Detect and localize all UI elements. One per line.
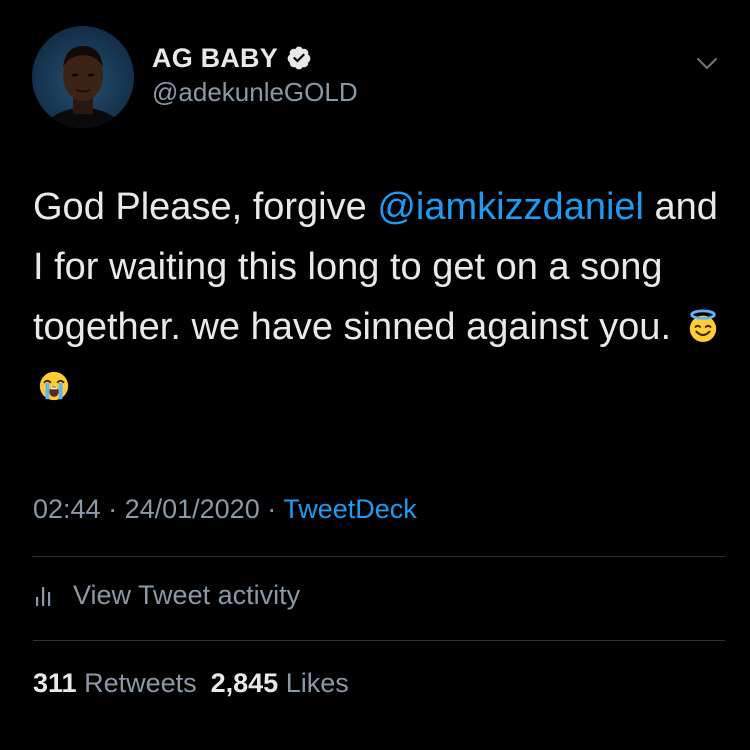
chevron-down-icon[interactable] <box>694 50 720 76</box>
meta-separator: · <box>259 494 284 524</box>
tweet-source-link[interactable]: TweetDeck <box>283 494 417 524</box>
smiling-face-with-halo-icon <box>686 309 720 343</box>
retweets-label: Retweets <box>76 668 197 698</box>
user-handle[interactable]: @adekunleGOLD <box>152 77 358 108</box>
divider <box>33 556 725 557</box>
mention-link[interactable]: @iamkizzdaniel <box>377 186 644 228</box>
likes-stat[interactable]: 2,845 Likes <box>211 668 349 698</box>
tweet-time: 02:44 <box>33 494 101 524</box>
loudly-crying-face-icon <box>37 369 71 403</box>
tweet-meta: 02:44 · 24/01/2020 · TweetDeck <box>33 494 417 525</box>
view-tweet-activity-label: View Tweet activity <box>73 580 301 610</box>
bar-chart-icon <box>33 583 59 609</box>
tweet-card: AG BABY @adekunleGOLD God Please, forgiv… <box>0 0 750 750</box>
meta-separator: · <box>100 494 125 524</box>
view-tweet-activity-button[interactable]: View Tweet activity <box>33 580 300 611</box>
likes-count: 2,845 <box>210 668 279 698</box>
avatar[interactable] <box>32 26 134 128</box>
tweet-text-start: God Please, forgive <box>33 186 378 228</box>
verified-badge-icon <box>286 45 312 71</box>
name-row[interactable]: AG BABY <box>152 41 312 75</box>
retweets-stat[interactable]: 311 Retweets <box>33 668 197 698</box>
retweets-count: 311 <box>33 668 77 698</box>
likes-label: Likes <box>278 668 349 698</box>
display-name[interactable]: AG BABY <box>152 43 278 74</box>
divider <box>33 640 725 641</box>
tweet-text: God Please, forgive @iamkizzdaniel and I… <box>33 177 723 417</box>
tweet-stats: 311 Retweets 2,845 Likes <box>33 668 349 699</box>
tweet-date[interactable]: 24/01/2020 <box>125 494 260 524</box>
avatar-portrait-icon <box>42 46 124 128</box>
